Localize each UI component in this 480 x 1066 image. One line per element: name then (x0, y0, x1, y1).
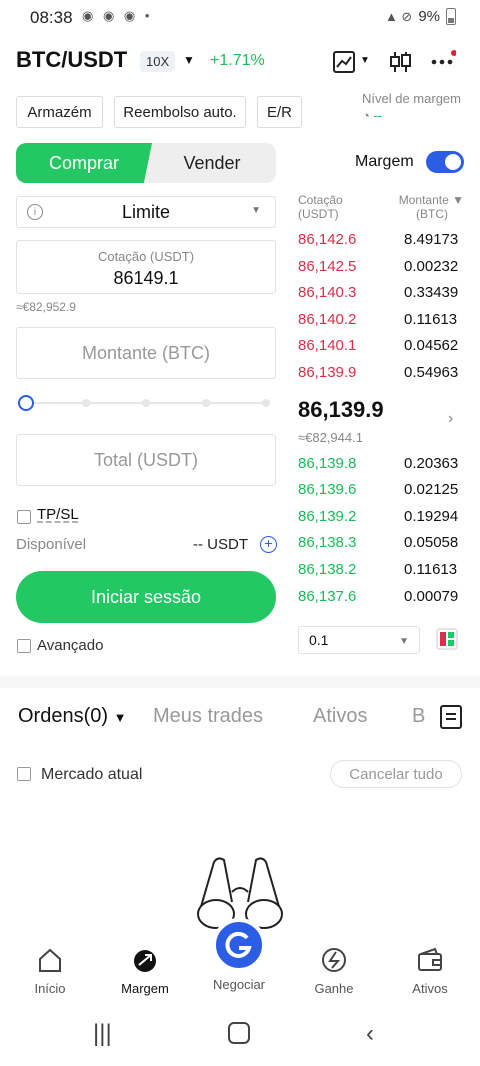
ask-row[interactable]: 86,142.6 8.49173 (298, 227, 464, 253)
margin-level-value: ◔ -- (362, 108, 383, 123)
slider-step[interactable] (202, 399, 210, 407)
battery-icon (446, 8, 456, 25)
order-type-value: Limite (121, 201, 170, 222)
more-icon[interactable] (430, 50, 456, 74)
precision-select[interactable]: 0.1 ▼ (298, 626, 420, 654)
back-icon[interactable]: ‹ (366, 1020, 374, 1048)
last-price[interactable]: 86,139.9 (298, 397, 384, 423)
tab-more[interactable]: B (412, 705, 426, 728)
orderbook-price-header: Cotação (USDT) (298, 193, 343, 221)
current-market-checkbox[interactable] (17, 767, 31, 781)
trade-center-button[interactable] (212, 918, 266, 972)
nav-trade-label[interactable]: Negociar (199, 977, 279, 992)
bid-row[interactable]: 86,139.6 0.02125 (298, 477, 464, 503)
price-input-label: Cotação (USDT) (97, 249, 195, 264)
chart-dropdown-icon[interactable]: ▼ (360, 55, 370, 66)
ask-row[interactable]: 86,139.9 0.54963 (298, 360, 464, 386)
bid-row[interactable]: 86,139.2 0.19294 (298, 504, 464, 530)
tpsl-checkbox[interactable] (17, 510, 31, 524)
pair-dropdown-icon[interactable]: ▼ (183, 53, 195, 67)
notification-icons: ◉ ◉ ◉ • (82, 8, 153, 23)
ask-row[interactable]: 86,142.5 0.00232 (298, 254, 464, 280)
login-button[interactable]: Iniciar sessão (16, 571, 276, 623)
section-divider (0, 676, 480, 688)
info-icon[interactable]: i (27, 204, 43, 220)
nav-home[interactable]: Início (10, 945, 90, 996)
orderbook-amount-header[interactable]: Montante ▼ (BTC) (389, 193, 464, 221)
chevron-down-icon: ▼ (399, 636, 409, 647)
battery-text: 9% (418, 8, 440, 25)
total-input[interactable]: Total (USDT) (16, 434, 276, 486)
tab-my-trades[interactable]: Meus trades (153, 705, 263, 728)
trade-icon (225, 931, 252, 958)
bid-row[interactable]: 86,138.3 0.05058 (298, 530, 464, 556)
chevron-right-icon[interactable]: › (448, 410, 453, 428)
amount-input[interactable]: Montante (BTC) (16, 327, 276, 379)
ask-row[interactable]: 86,140.1 0.04562 (298, 333, 464, 359)
nav-earn[interactable]: Ganhe (294, 945, 374, 996)
margin-level-label[interactable]: Nível de margem (362, 91, 461, 106)
current-market-label[interactable]: Mercado atual (41, 766, 142, 784)
tpsl-label[interactable]: TP/SL (37, 506, 79, 523)
wifi-icon: ▲ ⊘ (384, 8, 413, 24)
precision-value: 0.1 (309, 632, 329, 648)
recent-apps-icon[interactable]: ||| (93, 1020, 112, 1048)
slider-step[interactable] (82, 399, 90, 407)
buy-tab[interactable]: Comprar (16, 143, 152, 183)
nav-margin[interactable]: Margem (105, 945, 185, 996)
available-value: -- USDT (193, 536, 248, 553)
bid-row[interactable]: 86,138.2 0.11613 (298, 557, 464, 583)
ask-row[interactable]: 86,140.2 0.11613 (298, 307, 464, 333)
tab-orders[interactable]: Ordens(0) ▼ (18, 705, 126, 728)
cancel-all-button[interactable]: Cancelar tudo (330, 760, 462, 788)
orderbook-layout-icon[interactable] (436, 628, 458, 650)
leverage-badge[interactable]: 10X (140, 51, 176, 72)
add-funds-icon[interactable]: + (260, 536, 277, 553)
auto-repay-button[interactable]: Reembolso auto. (114, 96, 246, 128)
advanced-checkbox[interactable] (17, 639, 31, 653)
buy-sell-switch: Comprar Vender (16, 143, 276, 183)
chart-icon[interactable] (332, 50, 358, 74)
price-input[interactable]: Cotação (USDT) 86149.1 (16, 240, 276, 294)
ask-row[interactable]: 86,140.3 0.33439 (298, 280, 464, 306)
slider-step[interactable] (142, 399, 150, 407)
warehouse-button[interactable]: Armazém (16, 96, 103, 128)
margin-toggle-label: Margem (355, 153, 414, 170)
last-price-eur: ≈€82,944.1 (298, 430, 363, 445)
margin-icon (134, 950, 156, 972)
price-change: +1.71% (210, 52, 265, 69)
status-right: ▲ ⊘ 9% (385, 8, 456, 25)
sell-tab[interactable]: Vender (148, 143, 276, 183)
home-system-icon[interactable] (228, 1022, 250, 1044)
slider-step[interactable] (262, 399, 270, 407)
earn-icon (322, 948, 346, 972)
bid-row[interactable]: 86,139.8 0.20363 (298, 451, 464, 477)
chevron-down-icon: ▼ (251, 205, 261, 216)
home-icon (39, 948, 61, 972)
amount-slider-handle[interactable] (18, 395, 34, 411)
order-history-icon[interactable] (440, 705, 462, 729)
pair-title[interactable]: BTC/USDT (16, 47, 127, 73)
gauge-icon: ◔ (362, 108, 374, 123)
tab-assets[interactable]: Ativos (313, 705, 367, 728)
candlestick-icon[interactable] (388, 50, 414, 74)
price-eur-equivalent: ≈€82,952.9 (16, 300, 76, 314)
wallet-icon (418, 947, 442, 971)
price-input-value[interactable]: 86149.1 (17, 268, 275, 289)
nav-assets[interactable]: Ativos (390, 945, 470, 996)
bid-row[interactable]: 86,137.6 0.00079 (298, 584, 464, 610)
status-time: 08:38 (30, 8, 73, 27)
available-label: Disponível (16, 536, 87, 553)
er-button[interactable]: E/R (257, 96, 302, 128)
margin-toggle[interactable] (426, 151, 464, 173)
order-type-select[interactable]: i Limite ▼ (16, 196, 276, 228)
advanced-label[interactable]: Avançado (37, 637, 103, 654)
